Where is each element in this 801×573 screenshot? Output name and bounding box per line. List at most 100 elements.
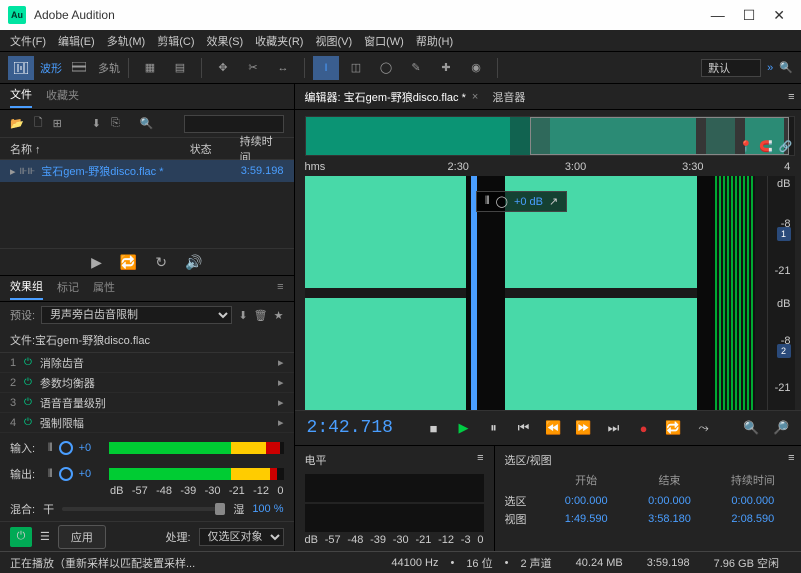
- delete-preset-icon[interactable]: 🗑: [254, 309, 268, 322]
- play-button[interactable]: ▶: [453, 417, 475, 439]
- channel-2-badge[interactable]: 2: [777, 344, 791, 358]
- import-icon[interactable]: ⬇: [92, 117, 101, 130]
- tool-slip-button[interactable]: ↔: [270, 56, 296, 80]
- menu-window[interactable]: 窗口(W): [358, 31, 410, 51]
- panel-menu-icon[interactable]: ≡: [277, 281, 283, 297]
- new-file-icon[interactable]: 🗋: [34, 114, 43, 133]
- sel-start[interactable]: 0:00.000: [545, 495, 628, 507]
- output-knob[interactable]: [59, 467, 73, 481]
- pause-button[interactable]: ⏸: [483, 417, 505, 439]
- chevron-right-icon[interactable]: ▸: [278, 356, 284, 369]
- fx-slot-3[interactable]: 3⏻语音音量级别▸: [0, 393, 294, 413]
- panel-menu-icon[interactable]: ≡: [788, 91, 794, 103]
- tab-effects-rack[interactable]: 效果组: [10, 278, 43, 300]
- skip-selection-button[interactable]: ⤳: [693, 417, 715, 439]
- open-file-icon[interactable]: 📂: [10, 117, 24, 130]
- preview-loop-button[interactable]: 🔁: [120, 254, 137, 271]
- menu-clip[interactable]: 剪辑(C): [151, 31, 200, 51]
- overview-waveform[interactable]: [305, 116, 795, 156]
- tool-time-select-button[interactable]: I: [313, 56, 339, 80]
- preview-volume-button[interactable]: 🔊: [185, 254, 202, 271]
- menu-edit[interactable]: 编辑(E): [52, 31, 101, 51]
- forward-button[interactable]: ⏩: [573, 417, 595, 439]
- stop-button[interactable]: ■: [423, 417, 445, 439]
- prev-button[interactable]: ⏮: [513, 417, 535, 439]
- input-knob[interactable]: [59, 441, 73, 455]
- power-icon[interactable]: ⏻: [24, 417, 32, 428]
- workspace-select[interactable]: [701, 59, 761, 77]
- panel-menu-icon[interactable]: ≡: [788, 452, 794, 468]
- sel-dur[interactable]: 0:00.000: [711, 495, 794, 507]
- fx-slot-1[interactable]: 1⏻消除齿音▸: [0, 353, 294, 373]
- tab-files[interactable]: 文件: [10, 86, 32, 108]
- preset-select[interactable]: 男声旁白齿音限制: [41, 306, 232, 324]
- menu-favorites[interactable]: 收藏夹(R): [249, 31, 309, 51]
- fx-slot-2[interactable]: 2⏻参数均衡器▸: [0, 373, 294, 393]
- multitrack-label[interactable]: 多轨: [98, 60, 120, 76]
- next-button[interactable]: ⏭: [603, 417, 625, 439]
- close-button[interactable]: ✕: [773, 7, 785, 24]
- power-icon[interactable]: ⏻: [24, 397, 32, 408]
- tab-markers[interactable]: 标记: [57, 279, 79, 299]
- tab-editor[interactable]: 编辑器: 宝石gem-野狼disco.flac *: [305, 89, 466, 105]
- tool-heal-button[interactable]: ✚: [433, 56, 459, 80]
- view-dur[interactable]: 2:08.590: [711, 513, 794, 525]
- col-name[interactable]: 名称 ↑: [10, 141, 190, 157]
- multitrack-view-button[interactable]: [66, 56, 92, 80]
- maximize-button[interactable]: ☐: [743, 7, 756, 24]
- tool-lasso-button[interactable]: ◯: [373, 56, 399, 80]
- files-search-input[interactable]: [184, 115, 284, 133]
- insert-icon[interactable]: ⎘: [111, 117, 120, 130]
- view-end[interactable]: 3:58.180: [628, 513, 711, 525]
- col-status[interactable]: 状态: [190, 141, 240, 157]
- rack-power-button[interactable]: ⏻: [10, 527, 32, 547]
- time-display[interactable]: 2:42.718: [307, 418, 407, 438]
- output-value[interactable]: +0: [79, 468, 103, 480]
- tab-properties[interactable]: 属性: [93, 279, 115, 299]
- loop-button[interactable]: 🔁: [663, 417, 685, 439]
- zoom-in-icon[interactable]: 🔍: [741, 417, 763, 439]
- tab-favorites[interactable]: 收藏夹: [46, 87, 79, 107]
- chevron-right-icon[interactable]: ▸: [278, 416, 284, 429]
- link-icon[interactable]: 🔗: [779, 140, 793, 153]
- new-multitrack-icon[interactable]: ⊞: [53, 117, 62, 130]
- sel-end[interactable]: 0:00.000: [628, 495, 711, 507]
- timeline[interactable]: hms 2:30 3:00 3:30 4 📍🧲🔗: [295, 158, 801, 176]
- edit-chain-icon[interactable]: ☰: [40, 530, 50, 543]
- menu-multitrack[interactable]: 多轨(M): [101, 31, 152, 51]
- hud-db-value[interactable]: +0 dB: [514, 196, 543, 208]
- save-preset-icon[interactable]: ⬇: [238, 309, 247, 322]
- waveform-display[interactable]: ⫴ ◯ +0 dB ↗ dB -8 -21 dB -8 -21 1 2: [305, 176, 795, 410]
- search-icon[interactable]: 🔍: [779, 61, 793, 74]
- zoom-out-icon[interactable]: 🔎: [771, 417, 793, 439]
- mix-percent[interactable]: 100 %: [252, 503, 283, 515]
- tool-freq-button[interactable]: ▦: [137, 56, 163, 80]
- expand-icon[interactable]: ▸: [10, 165, 16, 178]
- magnet-icon[interactable]: 🧲: [759, 140, 773, 153]
- waveform-view-button[interactable]: [8, 56, 34, 80]
- favorite-icon[interactable]: ★: [274, 309, 284, 322]
- editor-main[interactable]: ⫴ ◯ +0 dB ↗ dB -8 -21 dB -8 -21 1 2: [305, 176, 795, 410]
- knob-icon[interactable]: ◯: [496, 195, 508, 208]
- menu-effects[interactable]: 效果(S): [201, 31, 250, 51]
- tool-move-button[interactable]: ✥: [210, 56, 236, 80]
- chevron-right-icon[interactable]: ▸: [278, 376, 284, 389]
- preview-autoplay-button[interactable]: ↻: [155, 254, 167, 271]
- fx-slot-4[interactable]: 4⏻强制限幅▸: [0, 413, 294, 433]
- tool-brush-button[interactable]: ✎: [403, 56, 429, 80]
- channel-1-badge[interactable]: 1: [777, 227, 791, 241]
- record-button[interactable]: ●: [633, 417, 655, 439]
- tool-razor-button[interactable]: ✂: [240, 56, 266, 80]
- menu-help[interactable]: 帮助(H): [410, 31, 459, 51]
- apply-button[interactable]: 应用: [58, 525, 106, 549]
- power-icon[interactable]: ⏻: [24, 357, 32, 368]
- workspace-chevron-icon[interactable]: »: [767, 62, 773, 74]
- close-tab-icon[interactable]: ×: [472, 91, 478, 103]
- view-start[interactable]: 1:49.590: [545, 513, 628, 525]
- minimize-button[interactable]: —: [711, 7, 725, 24]
- process-select[interactable]: 仅选区对象: [199, 528, 284, 546]
- tool-pitch-button[interactable]: ▤: [167, 56, 193, 80]
- menu-file[interactable]: 文件(F): [4, 31, 52, 51]
- tool-stamp-button[interactable]: ◉: [463, 56, 489, 80]
- input-value[interactable]: +0: [79, 442, 103, 454]
